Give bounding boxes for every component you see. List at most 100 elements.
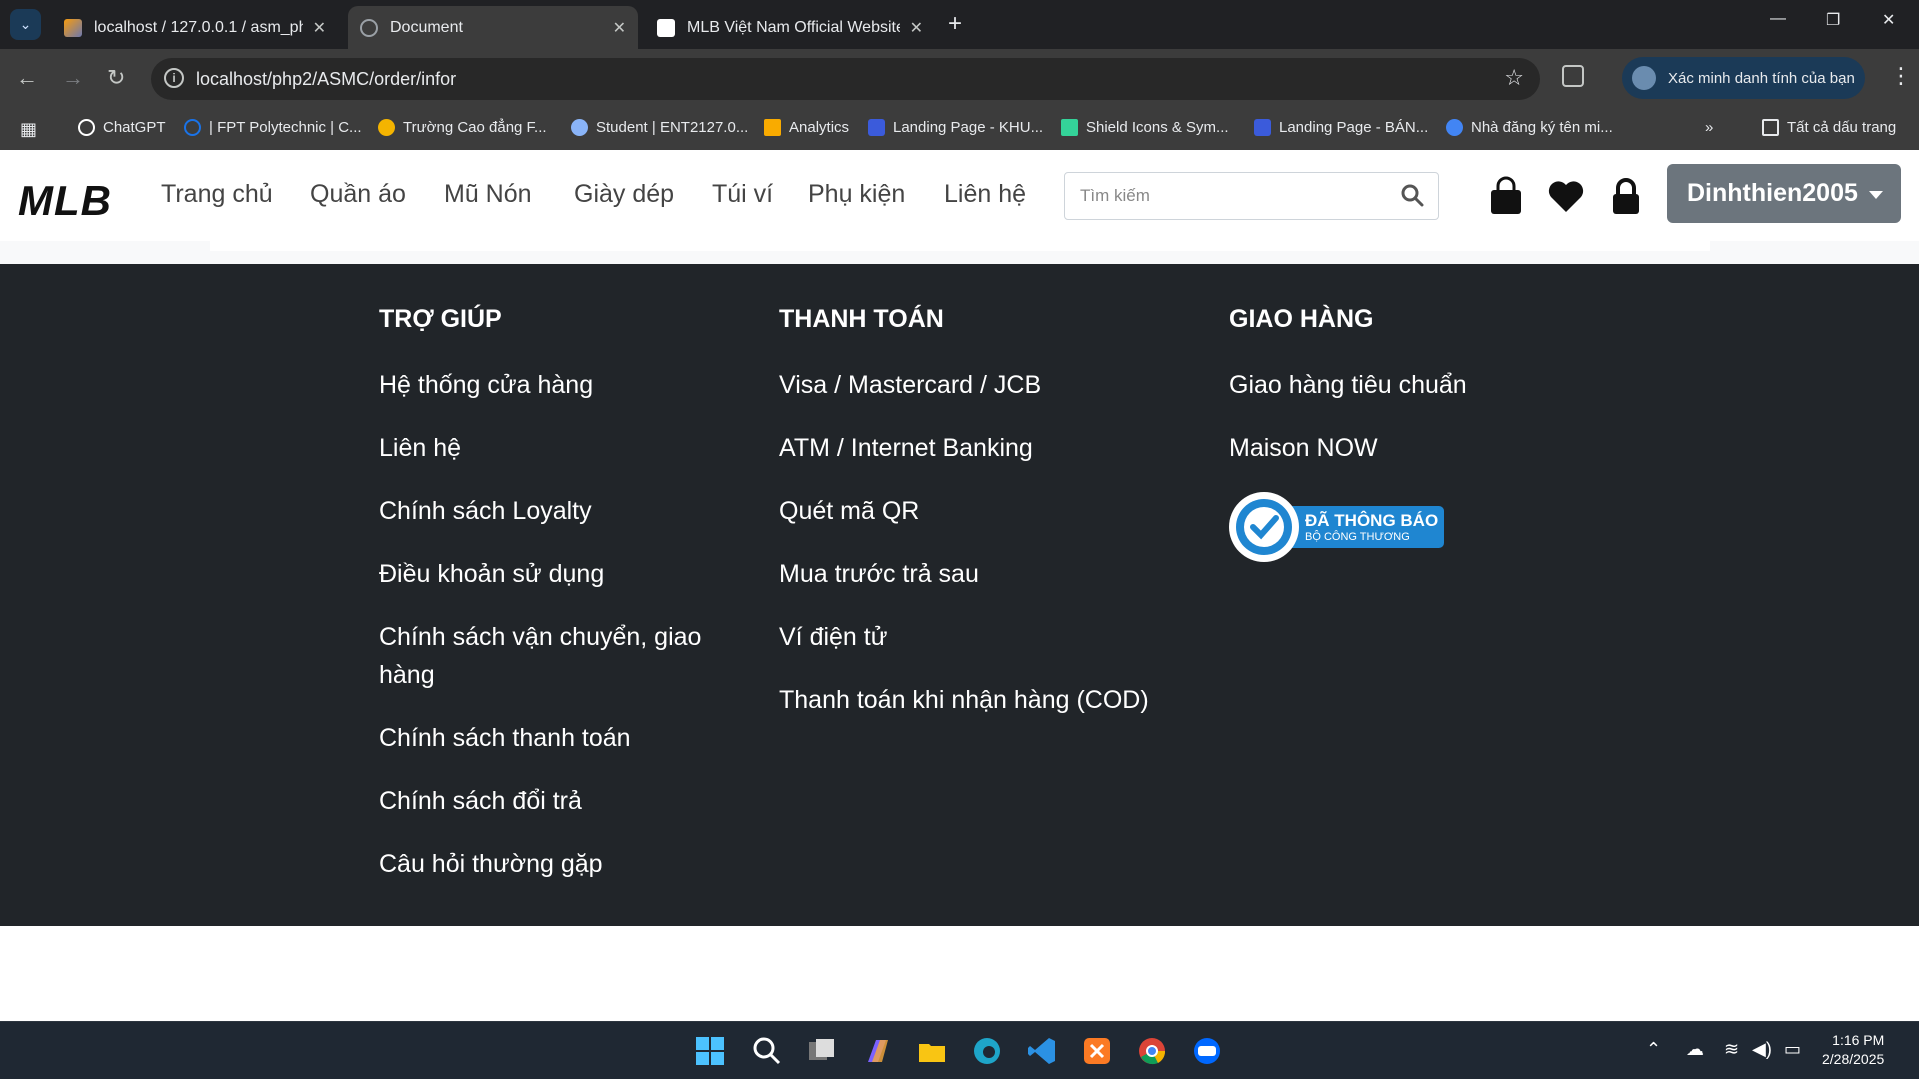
clock-time: 1:16 PM bbox=[1832, 1032, 1885, 1048]
chrome-icon[interactable] bbox=[1137, 1036, 1167, 1066]
back-icon[interactable]: ← bbox=[16, 65, 38, 91]
nav-shoes[interactable]: Giày dép bbox=[574, 180, 674, 209]
bookmark-chatgpt[interactable]: ChatGPT bbox=[78, 119, 166, 136]
footer-shipping-column: GIAO HÀNG Giao hàng tiêu chuẩn Maison NO… bbox=[1229, 304, 1569, 562]
address-bar[interactable]: i localhost/php2/ASMC/order/infor ☆ bbox=[151, 58, 1540, 100]
zalo-icon[interactable] bbox=[1192, 1036, 1222, 1066]
bookmark-student[interactable]: Student | ENT2127.0... bbox=[571, 119, 748, 136]
footer-link[interactable]: Hệ thống cửa hàng bbox=[379, 366, 719, 404]
browser-toolbar: ← → ↻ i localhost/php2/ASMC/order/infor … bbox=[0, 49, 1919, 108]
volume-icon[interactable]: ◀) bbox=[1752, 1039, 1772, 1060]
footer-link[interactable]: Chính sách Loyalty bbox=[379, 492, 719, 530]
fpt-icon bbox=[184, 119, 201, 136]
site-info-icon[interactable]: i bbox=[164, 68, 184, 88]
school-icon bbox=[378, 119, 395, 136]
xampp-icon[interactable] bbox=[1082, 1036, 1112, 1066]
windows-start-icon[interactable] bbox=[695, 1036, 725, 1066]
bookmark-domain[interactable]: Nhà đăng ký tên mi... bbox=[1446, 119, 1613, 136]
restore-icon[interactable]: ❐ bbox=[1826, 10, 1840, 30]
profile-button[interactable]: Xác minh danh tính của bạn bbox=[1622, 57, 1865, 99]
bookmark-landing-ban[interactable]: Landing Page - BÁN... bbox=[1254, 119, 1428, 136]
footer-link[interactable]: Chính sách thanh toán bbox=[379, 719, 719, 757]
bookmark-fpt[interactable]: | FPT Polytechnic | C... bbox=[184, 119, 362, 136]
search-input[interactable]: Tìm kiếm bbox=[1064, 172, 1439, 220]
tab-title: Document bbox=[390, 18, 463, 36]
footer-payment-column: THANH TOÁN Visa / Mastercard / JCB ATM /… bbox=[779, 304, 1179, 744]
footer-help-column: TRỢ GIÚP Hệ thống cửa hàng Liên hệ Chính… bbox=[379, 304, 719, 908]
vscode-icon[interactable] bbox=[1027, 1036, 1057, 1066]
footer-link[interactable]: Visa / Mastercard / JCB bbox=[779, 366, 1179, 404]
bookmark-label: ChatGPT bbox=[103, 119, 166, 136]
profile-label: Xác minh danh tính của bạn bbox=[1668, 69, 1855, 87]
footer-link[interactable]: Ví điện tử bbox=[779, 618, 1179, 656]
checkmark-badge-icon bbox=[1229, 492, 1299, 562]
tab-search-button[interactable]: ⌄ bbox=[10, 9, 41, 40]
folder-icon bbox=[1762, 119, 1779, 136]
footer-link[interactable]: Điều khoản sử dụng bbox=[379, 555, 719, 593]
heart-icon[interactable] bbox=[1546, 176, 1586, 216]
tab-phpmyadmin[interactable]: localhost / 127.0.0.1 / asm_php2 ✕ bbox=[52, 6, 338, 49]
bookmark-analytics[interactable]: Analytics bbox=[764, 119, 849, 136]
lock-icon[interactable] bbox=[1606, 176, 1646, 216]
footer-link[interactable]: Giao hàng tiêu chuẩn bbox=[1229, 366, 1569, 404]
footer-link[interactable]: Câu hỏi thường gặp bbox=[379, 845, 719, 883]
shopping-bag-icon[interactable] bbox=[1486, 176, 1526, 216]
minimize-icon[interactable]: — bbox=[1770, 10, 1786, 28]
file-explorer-icon[interactable] bbox=[917, 1036, 947, 1066]
new-tab-button[interactable]: + bbox=[948, 10, 962, 38]
bookmark-landing-khu[interactable]: Landing Page - KHU... bbox=[868, 119, 1043, 136]
user-dropdown-button[interactable]: Dinhthien2005 bbox=[1667, 164, 1901, 223]
copilot-icon[interactable] bbox=[862, 1036, 892, 1066]
task-view-icon[interactable] bbox=[807, 1036, 837, 1066]
bookmark-star-icon[interactable]: ☆ bbox=[1504, 65, 1524, 91]
bookmarks-overflow[interactable]: » bbox=[1705, 119, 1713, 136]
close-icon[interactable]: ✕ bbox=[313, 18, 326, 38]
tab-mlb[interactable]: MLB Việt Nam Official Website ✕ bbox=[645, 6, 935, 49]
footer-link[interactable]: Mua trước trả sau bbox=[779, 555, 1179, 593]
footer-link[interactable]: Liên hệ bbox=[379, 429, 719, 467]
chevron-up-icon[interactable]: ⌃ bbox=[1646, 1039, 1661, 1060]
nav-accessories[interactable]: Phụ kiện bbox=[808, 180, 905, 209]
globe-icon bbox=[360, 18, 378, 37]
footer-link[interactable]: Chính sách vận chuyển, giao hàng bbox=[379, 618, 719, 694]
battery-icon[interactable]: ▭ bbox=[1784, 1039, 1801, 1060]
reload-icon[interactable]: ↻ bbox=[107, 65, 125, 91]
edge-icon[interactable] bbox=[972, 1036, 1002, 1066]
ministry-badge[interactable]: ĐÃ THÔNG BÁO BỘ CÔNG THƯƠNG bbox=[1229, 492, 1569, 562]
nav-home[interactable]: Trang chủ bbox=[161, 180, 273, 209]
close-icon[interactable]: ✕ bbox=[613, 18, 626, 38]
overflow-label: » bbox=[1705, 119, 1714, 136]
wifi-icon[interactable]: ≋ bbox=[1724, 1039, 1739, 1060]
close-icon[interactable]: ✕ bbox=[910, 18, 923, 38]
footer-link[interactable]: ATM / Internet Banking bbox=[779, 429, 1179, 467]
avatar bbox=[1632, 66, 1656, 90]
search-icon[interactable] bbox=[752, 1036, 782, 1066]
footer-link[interactable]: Chính sách đổi trả bbox=[379, 782, 719, 820]
nav-clothing[interactable]: Quần áo bbox=[310, 180, 406, 209]
bookmark-shield[interactable]: Shield Icons & Sym... bbox=[1061, 119, 1229, 136]
footer-link[interactable]: Maison NOW bbox=[1229, 429, 1569, 467]
menu-icon[interactable]: ⋮ bbox=[1890, 63, 1912, 89]
bookmark-label: | FPT Polytechnic | C... bbox=[209, 119, 362, 136]
bookmark-label: Nhà đăng ký tên mi... bbox=[1471, 119, 1613, 136]
close-window-icon[interactable]: ✕ bbox=[1882, 10, 1895, 30]
search-icon[interactable] bbox=[1400, 183, 1424, 207]
cloud-icon[interactable]: ☁ bbox=[1686, 1039, 1704, 1060]
footer-link[interactable]: Thanh toán khi nhận hàng (COD) bbox=[779, 681, 1179, 719]
bookmark-cao-dang[interactable]: Trường Cao đẳng F... bbox=[378, 119, 547, 136]
taskbar-clock[interactable]: 1:16 PM 2/28/2025 bbox=[1822, 1031, 1884, 1069]
tab-document[interactable]: Document ✕ bbox=[348, 6, 638, 49]
forward-icon[interactable]: → bbox=[62, 65, 84, 91]
site-footer: TRỢ GIÚP Hệ thống cửa hàng Liên hệ Chính… bbox=[0, 264, 1919, 926]
site-logo[interactable]: MLB bbox=[18, 177, 112, 225]
browser-tab-bar: ⌄ localhost / 127.0.0.1 / asm_php2 ✕ Doc… bbox=[0, 0, 1919, 49]
apps-icon[interactable]: ▦ bbox=[20, 119, 37, 140]
nav-contact[interactable]: Liên hệ bbox=[944, 180, 1026, 209]
bookmark-label: Trường Cao đẳng F... bbox=[403, 119, 547, 136]
bookmark-label: Student | ENT2127.0... bbox=[596, 119, 749, 136]
footer-link[interactable]: Quét mã QR bbox=[779, 492, 1179, 530]
all-bookmarks[interactable]: Tất cả dấu trang bbox=[1762, 119, 1896, 136]
extensions-icon[interactable] bbox=[1562, 65, 1584, 87]
nav-hats[interactable]: Mũ Nón bbox=[444, 180, 532, 209]
nav-bags[interactable]: Túi ví bbox=[712, 180, 773, 209]
